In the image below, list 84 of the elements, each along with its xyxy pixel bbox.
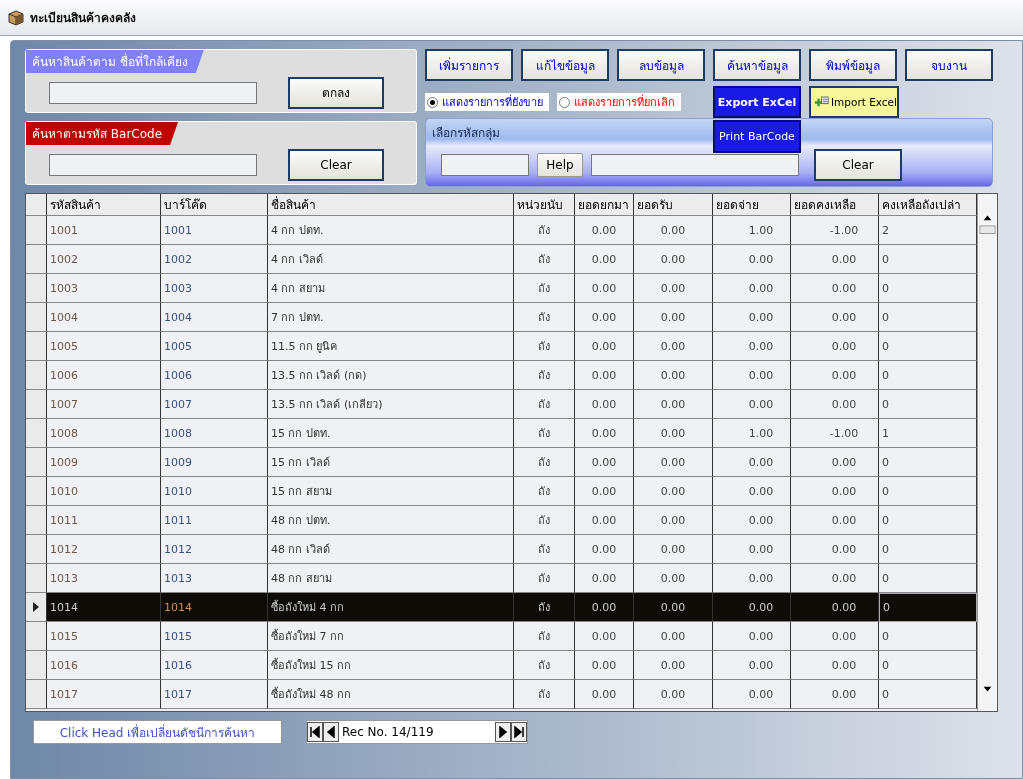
row-selector[interactable] <box>26 390 47 419</box>
group-code-label: เลือกรหัสกลุ่ม <box>432 125 500 142</box>
table-cell: 0.00 <box>634 680 713 709</box>
row-selector[interactable] <box>26 303 47 332</box>
row-selector[interactable] <box>26 419 47 448</box>
clear-button[interactable]: Clear <box>288 148 384 181</box>
action-button[interactable]: พิมพ์ข้อมูล <box>809 49 897 81</box>
barcode-search-label: ค้นหาตามรหัส BarCode <box>26 122 179 145</box>
table-cell: 0.00 <box>713 680 791 709</box>
table-row[interactable]: 1008 1008 15 กก ปตท. ถัง 0.00 0.00 1.00 -1.00 1 <box>26 419 977 448</box>
table-row[interactable]: 1015 1015 ซื้อถังใหม่ 7 กก ถัง 0.00 0.00 0.00 0.00 0 <box>26 622 977 651</box>
row-selector[interactable] <box>26 332 47 361</box>
row-selector[interactable] <box>26 593 47 622</box>
print-barcode-button[interactable]: Print BarCode <box>713 120 801 153</box>
import-icon <box>814 95 829 109</box>
clear-button[interactable]: Clear <box>814 149 902 181</box>
import-excel-button[interactable]: Import Excel <box>809 86 899 118</box>
action-button[interactable]: จบงาน <box>905 49 993 81</box>
row-selector[interactable] <box>26 274 47 303</box>
table-cell: 0 <box>879 593 977 622</box>
action-button[interactable]: ค้นหาข้อมูล <box>713 49 801 81</box>
current-row-icon <box>33 602 39 612</box>
box-icon <box>8 9 24 26</box>
row-selector[interactable] <box>26 535 47 564</box>
table-row[interactable]: 1014 1014 ซื้อถังใหม่ 4 กก ถัง 0.00 0.00 0.00 0.00 0 <box>26 593 977 622</box>
table-row[interactable]: 1007 1007 13.5 กก เวิลด์ (เกลียว) ถัง 0.00 0.00 0.00 0.00 0 <box>26 390 977 419</box>
row-selector[interactable] <box>26 506 47 535</box>
skip-last-icon <box>513 726 525 738</box>
search-field[interactable] <box>49 153 257 176</box>
last-record-button[interactable] <box>511 722 527 742</box>
table-row[interactable]: 1002 1002 4 กก เวิลด์ ถัง 0.00 0.00 0.00 0.00 0 <box>26 245 977 274</box>
table-row[interactable]: 1004 1004 7 กก ปตท. ถัง 0.00 0.00 0.00 0.00 0 <box>26 303 977 332</box>
table-row[interactable]: 1010 1010 15 กก สยาม ถัง 0.00 0.00 0.00 0.00 0 <box>26 477 977 506</box>
export-excel-button[interactable]: Export ExCel <box>713 86 801 118</box>
row-selector[interactable] <box>26 245 47 274</box>
first-record-button[interactable] <box>307 722 323 742</box>
radio-label: แสดงรายการที่ยังขาย <box>442 93 543 111</box>
table-row[interactable]: 1013 1013 48 กก สยาม ถัง 0.00 0.00 0.00 0.00 0 <box>26 564 977 593</box>
table-cell: 0.00 <box>575 680 634 709</box>
previous-record-button[interactable] <box>323 722 339 742</box>
row-selector[interactable] <box>26 680 47 709</box>
row-selector[interactable] <box>26 216 47 245</box>
radio-label: แสดงรายการที่ยกเลิก <box>574 93 675 111</box>
table-row[interactable]: 1003 1003 4 กก สยาม ถัง 0.00 0.00 0.00 0.00 0 <box>26 274 977 303</box>
row-selector[interactable] <box>26 651 47 680</box>
radio-icon[interactable] <box>427 96 438 108</box>
group-name-field[interactable] <box>591 154 799 176</box>
table-row[interactable]: 1009 1009 15 กก เวิลด์ ถัง 0.00 0.00 0.00 0.00 0 <box>26 448 977 477</box>
table-cell: 0.00 <box>791 680 879 709</box>
table-row[interactable]: 1006 1006 13.5 กก เวิลด์ (กด) ถัง 0.00 0.00 0.00 0.00 0 <box>26 361 977 390</box>
row-selector[interactable] <box>26 564 47 593</box>
record-number: Rec No. 14/119 <box>341 725 435 739</box>
row-selector[interactable] <box>26 361 47 390</box>
action-button[interactable]: เพิ่มรายการ <box>425 49 513 81</box>
skip-first-icon <box>309 726 321 738</box>
table-cell: ถัง <box>514 680 575 709</box>
radio-option[interactable]: แสดงรายการที่ยกเลิก <box>557 93 681 111</box>
action-button[interactable]: แก้ไขข้อมูล <box>521 49 609 81</box>
table-cell: 1017 <box>47 680 161 709</box>
help-button[interactable]: Help <box>537 153 583 177</box>
radio-option[interactable]: แสดงรายการที่ยังขาย <box>425 93 549 111</box>
table-row[interactable]: 1016 1016 ซื้อถังใหม่ 15 กก ถัง 0.00 0.00 0.00 0.00 0 <box>26 651 977 680</box>
triangle-left-icon <box>325 726 337 738</box>
table-row[interactable]: 1001 1001 4 กก ปตท. ถัง 0.00 0.00 1.00 -1.00 2 <box>26 216 977 245</box>
scrollbar[interactable] <box>977 194 997 711</box>
table-row[interactable]: 1011 1011 48 กก ปตท. ถัง 0.00 0.00 0.00 0.00 0 <box>26 506 977 535</box>
table-row[interactable]: 1017 1017 ซื้อถังใหม่ 48 กก ถัง 0.00 0.00 0.00 0.00 0 <box>26 680 977 709</box>
row-selector[interactable] <box>26 477 47 506</box>
sort-hint: Click Head เพื่อเปลี่ยนดัชนีการค้นหา <box>33 720 282 744</box>
search-name-label: ค้นหาสินค้าตาม ชื่อที่ใกล้เคียง <box>26 50 204 73</box>
radio-icon[interactable] <box>559 96 570 108</box>
row-selector[interactable] <box>26 448 47 477</box>
next-record-button[interactable] <box>495 722 511 742</box>
table-cell: 1017 <box>161 680 268 709</box>
row-selector[interactable] <box>26 622 47 651</box>
search-field[interactable] <box>49 81 257 104</box>
table-row[interactable]: 1012 1012 48 กก เวิลด์ ถัง 0.00 0.00 0.00 0.00 0 <box>26 535 977 564</box>
window-title: ทะเบียนสินค้าคงคลัง <box>30 10 136 27</box>
group-code-field[interactable] <box>441 154 529 176</box>
action-button[interactable]: ลบข้อมูล <box>617 49 705 81</box>
table-cell: ซื้อถังใหม่ 48 กก <box>268 680 514 709</box>
ok-button[interactable]: ตกลง <box>288 76 384 109</box>
table-row[interactable]: 1005 1005 11.5 กก ยูนิค ถัง 0.00 0.00 0.00 0.00 0 <box>26 332 977 361</box>
triangle-right-icon <box>497 726 509 738</box>
